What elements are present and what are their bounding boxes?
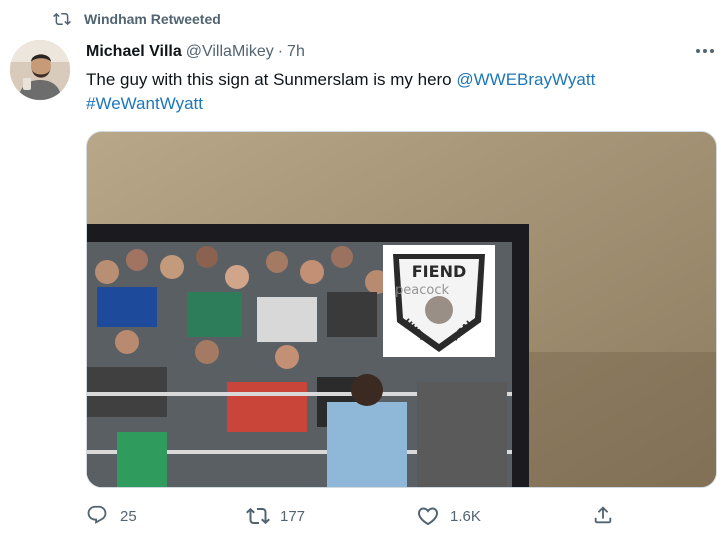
mention-link[interactable]: @WWEBrayWyatt xyxy=(456,70,595,89)
retweet-icon xyxy=(52,10,72,28)
retweet-context[interactable]: Windham Retweeted xyxy=(52,9,221,29)
reply-count: 25 xyxy=(120,507,137,525)
share-button[interactable] xyxy=(592,502,616,530)
avatar[interactable] xyxy=(10,40,70,100)
tweet-actions: 25 177 1.6K xyxy=(86,502,626,530)
retweet-button[interactable]: 177 xyxy=(246,502,305,530)
separator-dot: · xyxy=(277,43,284,60)
hashtag-link[interactable]: #WeWantWyatt xyxy=(86,94,203,113)
share-icon xyxy=(592,504,616,528)
tv-photo: FIEND peacock HURT HEAL xyxy=(87,132,716,487)
sign-brand: peacock xyxy=(395,283,449,298)
tweet-timestamp[interactable]: 7h xyxy=(287,43,305,61)
tweet-header: Michael Villa @VillaMikey · 7h xyxy=(86,41,305,63)
sign-title: FIEND xyxy=(412,262,466,281)
more-options-button[interactable] xyxy=(692,40,718,62)
tweet-text: The guy with this sign at Sunmerslam is … xyxy=(86,68,706,116)
reply-icon xyxy=(86,504,110,528)
fiend-sign: FIEND peacock HURT HEAL xyxy=(383,245,495,357)
reply-button[interactable]: 25 xyxy=(86,502,137,530)
like-count: 1.6K xyxy=(450,507,481,525)
retweet-icon xyxy=(246,504,270,528)
like-button[interactable]: 1.6K xyxy=(416,502,481,530)
retweet-context-label: Windham Retweeted xyxy=(84,11,221,27)
author-handle[interactable]: @VillaMikey xyxy=(186,43,274,61)
author-name[interactable]: Michael Villa xyxy=(86,43,182,61)
tweet-body-text: The guy with this sign at Sunmerslam is … xyxy=(86,70,457,89)
more-icon xyxy=(696,49,714,53)
retweet-count: 177 xyxy=(280,507,306,525)
heart-icon xyxy=(416,504,440,528)
tweet-media-photo[interactable]: FIEND peacock HURT HEAL xyxy=(86,131,717,488)
